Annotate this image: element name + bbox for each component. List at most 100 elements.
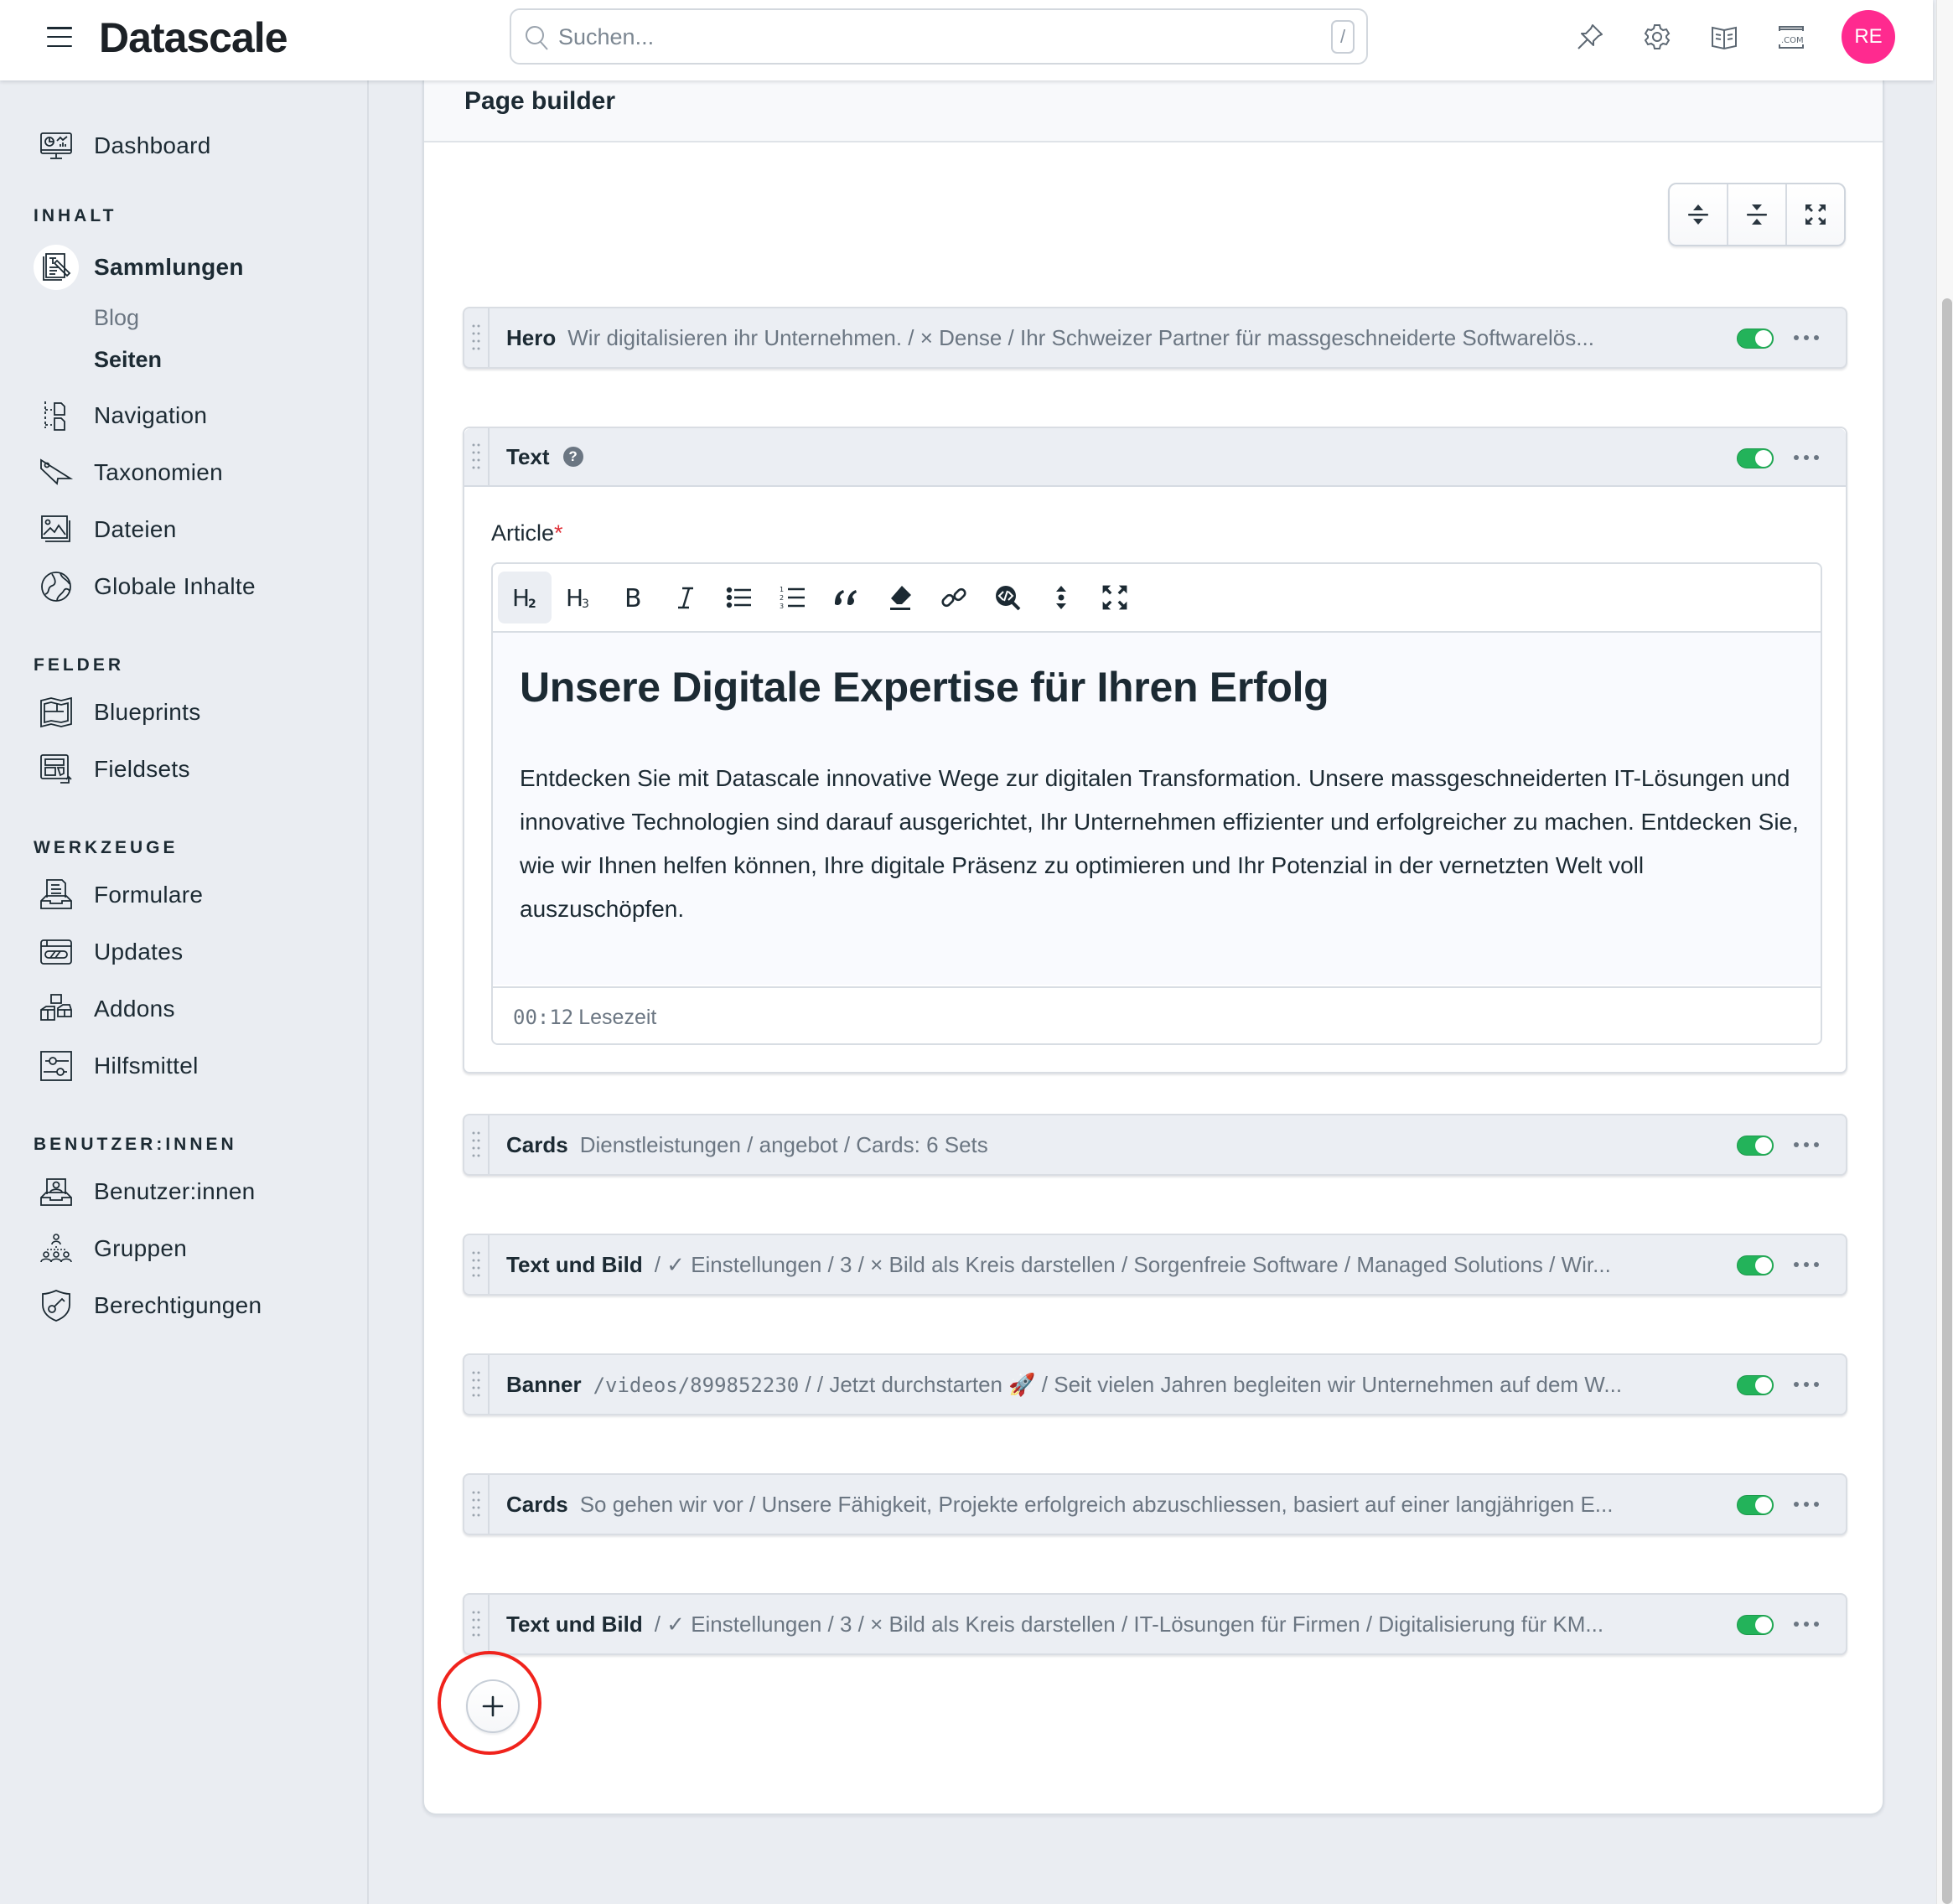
drag-handle-icon[interactable] <box>464 1115 490 1174</box>
fullscreen-button[interactable] <box>1787 184 1844 245</box>
expand-all-button[interactable] <box>1670 184 1728 245</box>
help-icon[interactable]: ? <box>562 447 583 467</box>
set-banner: Banner /videos/899852230 / / Jetzt durch… <box>463 1353 1847 1415</box>
set-view-controls <box>1668 183 1846 246</box>
page-scrollbar[interactable] <box>1936 0 1953 1904</box>
tag-icon <box>34 450 79 495</box>
sidebar-item-label: Addons <box>94 996 175 1022</box>
set-enabled-toggle[interactable] <box>1737 329 1774 349</box>
sidebar-item-formulare[interactable]: Formulare <box>34 872 352 918</box>
sidebar-item-globale-inhalte[interactable]: Globale Inhalte <box>34 563 352 610</box>
more-options-icon[interactable] <box>1794 1613 1819 1635</box>
sidebar-item-blueprints[interactable]: Blueprints <box>34 689 352 736</box>
sidebar-item-benutzer-innen[interactable]: Benutzer:innen <box>34 1168 352 1215</box>
sidebar-item-dashboard[interactable]: Dashboard <box>34 122 352 169</box>
set-name[interactable]: Cards <box>506 1132 568 1158</box>
sidebar-item-label: Hilfsmittel <box>94 1053 199 1079</box>
plus-icon <box>482 1695 504 1717</box>
search-input[interactable] <box>558 17 1313 57</box>
drag-handle-icon[interactable] <box>464 428 490 485</box>
bullet-list-button[interactable] <box>712 572 766 623</box>
gear-icon[interactable] <box>1643 20 1671 54</box>
svg-text:B: B <box>624 584 642 613</box>
sidebar-item-updates[interactable]: Updates <box>34 929 352 975</box>
sidebar-item-sammlungen[interactable]: Sammlungen <box>34 244 352 291</box>
scrollbar-thumb[interactable] <box>1942 298 1952 1904</box>
dashboard-icon <box>34 123 79 168</box>
section-title-felder: FELDER <box>34 655 124 675</box>
ordered-list-button[interactable]: 123 <box>766 572 820 623</box>
drag-handle-icon[interactable] <box>464 1235 490 1294</box>
set-enabled-toggle[interactable] <box>1737 448 1774 468</box>
editor-fullscreen-button[interactable] <box>1088 572 1142 623</box>
sidebar-item-dateien[interactable]: Dateien <box>34 506 352 553</box>
code-search-icon <box>996 586 1021 611</box>
sidebar-subitem-blog[interactable]: Blog <box>94 305 139 331</box>
drag-handle-icon[interactable] <box>464 308 490 367</box>
rich-text-editor: H2 H3 B 123 Unsere Digitale Expertise fü… <box>491 562 1822 1045</box>
navigation-icon <box>34 393 79 438</box>
set-name[interactable]: Hero <box>506 325 556 351</box>
set-enabled-toggle[interactable] <box>1737 1375 1774 1395</box>
bold-icon: B <box>624 584 642 613</box>
more-options-icon[interactable] <box>1794 327 1819 349</box>
sidebar-item-fieldsets[interactable]: Fieldsets <box>34 746 352 793</box>
more-options-icon[interactable] <box>1794 1254 1819 1275</box>
required-marker: * <box>554 520 563 546</box>
domain-icon[interactable]: .COM <box>1777 20 1805 54</box>
quote-button[interactable] <box>820 572 873 623</box>
heading-3-button[interactable]: H3 <box>552 572 605 623</box>
code-search-button[interactable] <box>981 572 1034 623</box>
drag-handle-icon[interactable] <box>464 1475 490 1534</box>
drag-handle-icon[interactable] <box>464 1355 490 1414</box>
editor-content[interactable]: Unsere Digitale Expertise für Ihren Erfo… <box>493 633 1821 985</box>
sidebar-item-label: Globale Inhalte <box>94 573 256 599</box>
sidebar-item-label: Blueprints <box>94 699 201 725</box>
sidebar-item-label: Fieldsets <box>94 756 190 782</box>
more-options-icon[interactable] <box>1794 1134 1819 1156</box>
sidebar-item-label: Berechtigungen <box>94 1292 262 1318</box>
set-name[interactable]: Cards <box>506 1492 568 1518</box>
sidebar: Dashboard INHALT Sammlungen Blog Seiten … <box>0 80 369 1904</box>
svg-text:H: H <box>566 584 583 612</box>
article-paragraph[interactable]: Entdecken Sie mit Datascale innovative W… <box>520 757 1802 931</box>
expand-vertical-icon <box>1688 204 1708 225</box>
more-options-icon[interactable] <box>1794 447 1819 468</box>
set-name[interactable]: Text <box>506 444 550 470</box>
search-box: / <box>510 8 1368 65</box>
heading-2-button[interactable]: H2 <box>498 572 552 623</box>
collapse-all-button[interactable] <box>1728 184 1787 245</box>
sidebar-item-hilfsmittel[interactable]: Hilfsmittel <box>34 1043 352 1089</box>
sidebar-item-gruppen[interactable]: Gruppen <box>34 1225 352 1272</box>
set-enabled-toggle[interactable] <box>1737 1255 1774 1275</box>
set-name[interactable]: Text und Bild <box>506 1612 643 1638</box>
more-options-icon[interactable] <box>1794 1493 1819 1515</box>
set-name[interactable]: Banner <box>506 1372 582 1398</box>
expand-editor-button[interactable] <box>1034 572 1088 623</box>
brand-logo[interactable]: Datascale <box>99 13 288 62</box>
italic-button[interactable] <box>659 572 712 623</box>
pin-icon[interactable] <box>1576 20 1604 54</box>
search-icon <box>526 26 548 50</box>
bold-button[interactable]: B <box>605 572 659 623</box>
sidebar-subitem-seiten[interactable]: Seiten <box>94 347 162 373</box>
set-name[interactable]: Text und Bild <box>506 1252 643 1278</box>
drag-handle-icon[interactable] <box>464 1595 490 1653</box>
set-enabled-toggle[interactable] <box>1737 1495 1774 1515</box>
sidebar-item-taxonomien[interactable]: Taxonomien <box>34 449 352 496</box>
sliders-icon <box>34 1043 79 1089</box>
set-enabled-toggle[interactable] <box>1737 1136 1774 1156</box>
set-enabled-toggle[interactable] <box>1737 1615 1774 1635</box>
more-options-icon[interactable] <box>1794 1374 1819 1395</box>
sidebar-item-navigation[interactable]: Navigation <box>34 392 352 439</box>
clear-format-button[interactable] <box>873 572 927 623</box>
article-heading[interactable]: Unsere Digitale Expertise für Ihren Erfo… <box>520 663 1329 711</box>
link-icon <box>941 587 966 608</box>
menu-toggle-icon[interactable] <box>47 27 72 47</box>
link-button[interactable] <box>927 572 981 623</box>
add-set-button[interactable] <box>466 1679 520 1733</box>
book-icon[interactable] <box>1710 20 1738 54</box>
user-avatar[interactable]: RE <box>1842 10 1895 64</box>
sidebar-item-berechtigungen[interactable]: Berechtigungen <box>34 1282 352 1329</box>
sidebar-item-addons[interactable]: Addons <box>34 986 352 1032</box>
